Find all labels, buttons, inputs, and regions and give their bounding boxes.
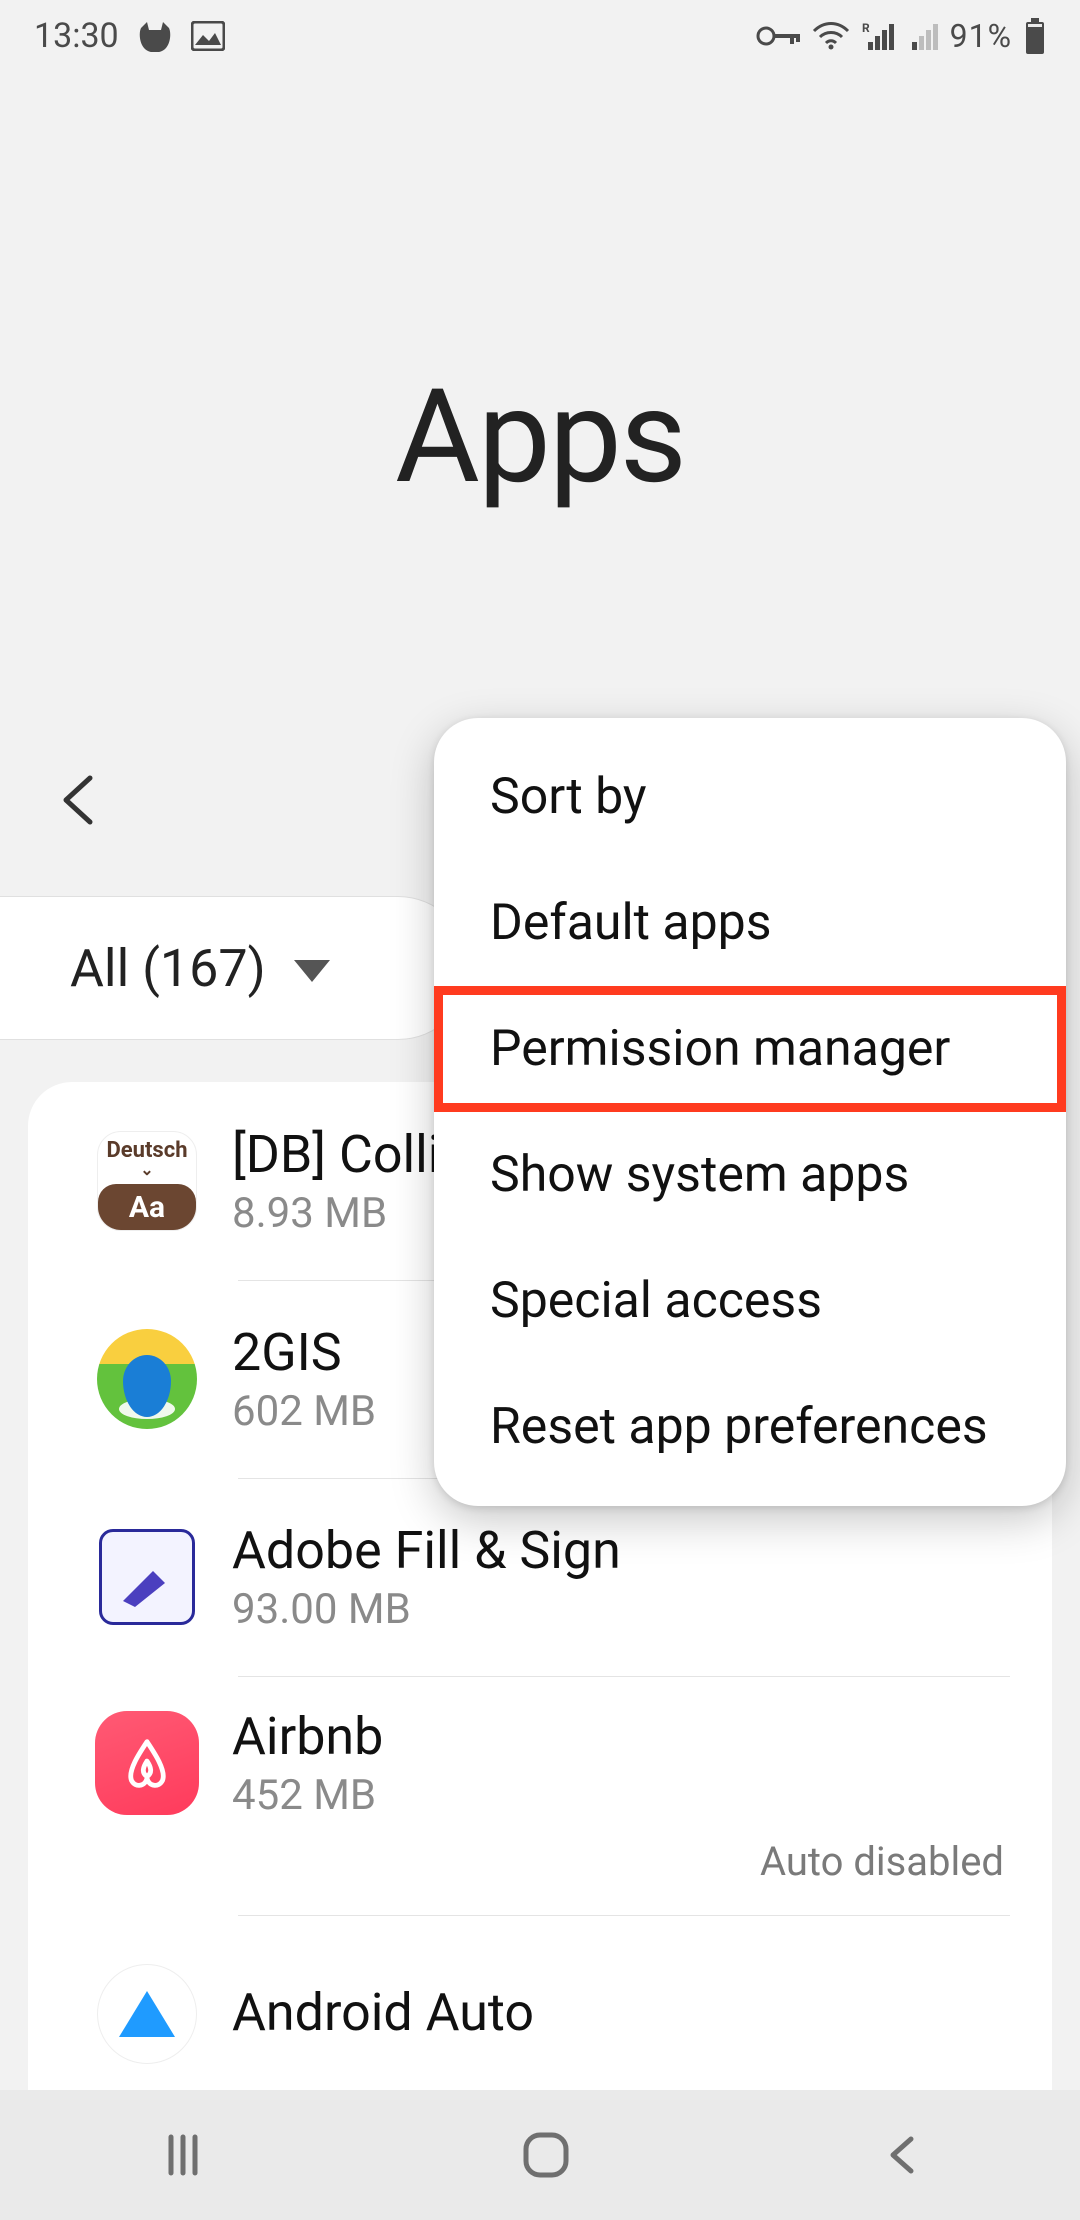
back-button[interactable] (50, 770, 110, 830)
wifi-icon (812, 21, 850, 51)
app-icon-airbnb (95, 1711, 199, 1815)
app-icon-db: Deutsch⌄Aa (97, 1131, 197, 1231)
app-icon-android-auto (97, 1964, 197, 2064)
app-aux-label: Auto disabled (62, 1838, 1012, 1885)
app-name: Android Auto (232, 1982, 1012, 2043)
app-row[interactable]: Android Auto (28, 1915, 1052, 2090)
menu-item-special-access[interactable]: Special access (434, 1238, 1066, 1364)
signal-1-icon: R (862, 22, 894, 50)
app-name: Adobe Fill & Sign (232, 1520, 1012, 1581)
app-row[interactable]: Adobe Fill & Sign 93.00 MB (28, 1478, 1052, 1676)
battery-icon (1024, 18, 1046, 54)
nav-home-button[interactable] (518, 2127, 574, 2183)
nav-recents-button[interactable] (153, 2131, 213, 2179)
nav-bar (0, 2090, 1080, 2220)
app-size: 452 MB (232, 1771, 1012, 1820)
menu-item-permission-manager[interactable]: Permission manager (434, 986, 1066, 1112)
cat-icon (137, 20, 173, 52)
menu-item-sort-by[interactable]: Sort by (434, 734, 1066, 860)
battery-percent: 91% (950, 17, 1012, 55)
menu-item-show-system-apps[interactable]: Show system apps (434, 1112, 1066, 1238)
filter-label: All (167) (70, 938, 266, 999)
vpn-key-icon (756, 24, 800, 48)
overflow-menu: Sort by Default apps Permission manager … (434, 718, 1066, 1506)
page-title: Apps (0, 360, 1080, 513)
status-time: 13:30 (34, 16, 119, 56)
app-row[interactable]: Airbnb 452 MB Auto disabled (28, 1676, 1052, 1915)
app-name: Airbnb (232, 1706, 1012, 1767)
chevron-down-icon (294, 960, 330, 982)
menu-item-default-apps[interactable]: Default apps (434, 860, 1066, 986)
svg-text:R: R (862, 22, 870, 35)
app-icon-2gis (97, 1329, 197, 1429)
nav-back-button[interactable] (879, 2131, 927, 2179)
app-icon-adobe (99, 1529, 195, 1625)
picture-icon (191, 21, 225, 51)
signal-2-icon (906, 22, 938, 50)
app-size: 93.00 MB (232, 1585, 1012, 1634)
menu-item-reset-app-preferences[interactable]: Reset app preferences (434, 1364, 1066, 1490)
status-bar: 13:30 R 91% (0, 0, 1080, 72)
filter-dropdown[interactable]: All (167) (0, 896, 470, 1040)
